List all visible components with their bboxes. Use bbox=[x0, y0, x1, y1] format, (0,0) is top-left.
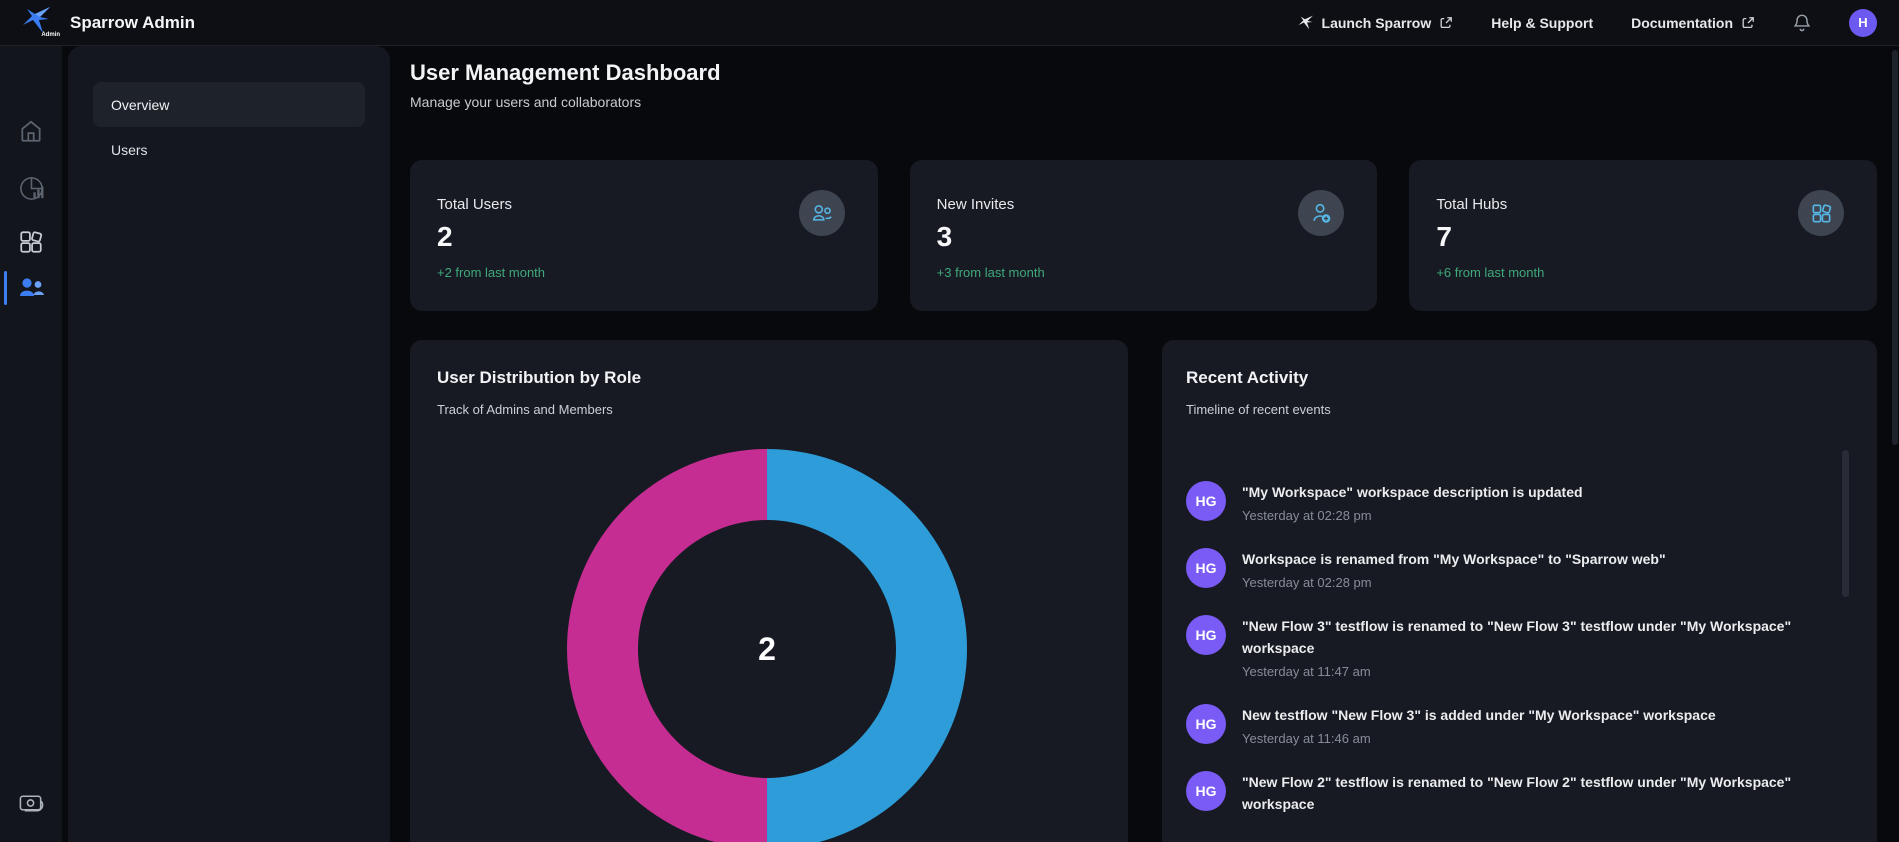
stat-label: Total Users bbox=[437, 196, 851, 213]
external-link-icon bbox=[1439, 16, 1453, 30]
activity-item-time: Yesterday at 11:46 am bbox=[1242, 729, 1826, 749]
chart-title: User Distribution by Role bbox=[437, 368, 641, 388]
stat-card-total-hubs: Total Hubs 7 +6 from last month bbox=[1409, 160, 1877, 311]
user-avatar[interactable]: H bbox=[1849, 9, 1877, 37]
brand: Admin Sparrow Admin bbox=[22, 6, 195, 40]
avatar: HG bbox=[1186, 615, 1226, 655]
avatar: HG bbox=[1186, 548, 1226, 588]
stat-delta: +2 from last month bbox=[437, 265, 851, 280]
activity-item-time: Yesterday at 11:47 am bbox=[1242, 662, 1826, 682]
activity-item-text: Workspace is renamed from "My Workspace"… bbox=[1242, 548, 1826, 570]
chart-subtitle: Track of Admins and Members bbox=[437, 402, 613, 417]
stat-value: 7 bbox=[1436, 221, 1850, 253]
activity-item-time: Yesterday at 02:28 pm bbox=[1242, 506, 1826, 526]
bird-icon bbox=[1298, 15, 1314, 30]
activity-title: Recent Activity bbox=[1186, 368, 1308, 388]
activity-item-text: "New Flow 2" testflow is renamed to "New… bbox=[1242, 771, 1826, 815]
stat-value: 3 bbox=[937, 221, 1351, 253]
recent-activity-card: Recent Activity Timeline of recent event… bbox=[1162, 340, 1877, 842]
sidebar-item-overview[interactable]: Overview bbox=[93, 82, 365, 127]
donut-center-value: 2 bbox=[758, 631, 776, 668]
launch-sparrow-link[interactable]: Launch Sparrow bbox=[1298, 15, 1454, 31]
help-support-label: Help & Support bbox=[1491, 15, 1593, 31]
stat-label: Total Hubs bbox=[1436, 196, 1850, 213]
page-subtitle: Manage your users and collaborators bbox=[410, 94, 641, 110]
activity-list-item: HG "My Workspace" workspace description … bbox=[1186, 481, 1826, 526]
icon-rail bbox=[0, 46, 62, 842]
users-icon bbox=[799, 190, 845, 236]
activity-item-time: Yesterday at 02:28 pm bbox=[1242, 573, 1826, 593]
avatar: HG bbox=[1186, 771, 1226, 811]
activity-item-text: New testflow "New Flow 3" is added under… bbox=[1242, 704, 1826, 726]
page-scrollbar[interactable] bbox=[1892, 50, 1898, 445]
avatar: HG bbox=[1186, 704, 1226, 744]
stat-card-total-users: Total Users 2 +2 from last month bbox=[410, 160, 878, 311]
rail-billing-icon[interactable] bbox=[0, 787, 62, 821]
launch-sparrow-label: Launch Sparrow bbox=[1322, 15, 1432, 31]
activity-list-item: HG "New Flow 3" testflow is renamed to "… bbox=[1186, 615, 1826, 682]
activity-list: HG "My Workspace" workspace description … bbox=[1186, 481, 1826, 818]
hubs-icon bbox=[1798, 190, 1844, 236]
documentation-link[interactable]: Documentation bbox=[1631, 15, 1755, 31]
stat-value: 2 bbox=[437, 221, 851, 253]
stat-label: New Invites bbox=[937, 196, 1351, 213]
stat-card-new-invites: New Invites 3 +3 from last month bbox=[910, 160, 1378, 311]
brand-name: Sparrow Admin bbox=[70, 13, 195, 33]
sidebar-item-overview-label: Overview bbox=[111, 97, 169, 113]
external-link-icon bbox=[1741, 16, 1755, 30]
rail-home-icon[interactable] bbox=[0, 114, 62, 148]
sparrow-logo-icon: Admin bbox=[22, 6, 58, 40]
documentation-label: Documentation bbox=[1631, 15, 1733, 31]
activity-scrollbar[interactable] bbox=[1842, 450, 1849, 597]
donut-hole: 2 bbox=[638, 520, 896, 778]
sidebar-item-users-label: Users bbox=[111, 142, 148, 158]
activity-list-item: HG New testflow "New Flow 3" is added un… bbox=[1186, 704, 1826, 749]
stat-delta: +6 from last month bbox=[1436, 265, 1850, 280]
stats-row: Total Users 2 +2 from last month New Inv… bbox=[410, 160, 1877, 311]
activity-item-text: "My Workspace" workspace description is … bbox=[1242, 481, 1826, 503]
logo-admin-label: Admin bbox=[41, 32, 60, 38]
stat-delta: +3 from last month bbox=[937, 265, 1351, 280]
role-distribution-donut-chart: 2 bbox=[567, 449, 967, 842]
help-support-link[interactable]: Help & Support bbox=[1491, 15, 1593, 31]
activity-list-item: HG Workspace is renamed from "My Workspa… bbox=[1186, 548, 1826, 593]
sidebar-item-users[interactable]: Users bbox=[93, 127, 365, 172]
rail-analytics-icon[interactable] bbox=[0, 171, 62, 205]
avatar: HG bbox=[1186, 481, 1226, 521]
activity-list-item: HG "New Flow 2" testflow is renamed to "… bbox=[1186, 771, 1826, 818]
user-distribution-card: User Distribution by Role Track of Admin… bbox=[410, 340, 1128, 842]
main-content: User Management Dashboard Manage your us… bbox=[410, 46, 1877, 842]
secondary-sidebar: Overview Users bbox=[68, 46, 390, 842]
top-bar: Admin Sparrow Admin Launch Sparrow Help … bbox=[0, 0, 1899, 46]
rail-hubs-icon[interactable] bbox=[0, 225, 62, 259]
page-title: User Management Dashboard bbox=[410, 60, 721, 86]
rail-users-icon[interactable] bbox=[0, 271, 62, 305]
activity-item-text: "New Flow 3" testflow is renamed to "New… bbox=[1242, 615, 1826, 659]
activity-subtitle: Timeline of recent events bbox=[1186, 402, 1331, 417]
notifications-bell-icon[interactable] bbox=[1793, 13, 1811, 32]
